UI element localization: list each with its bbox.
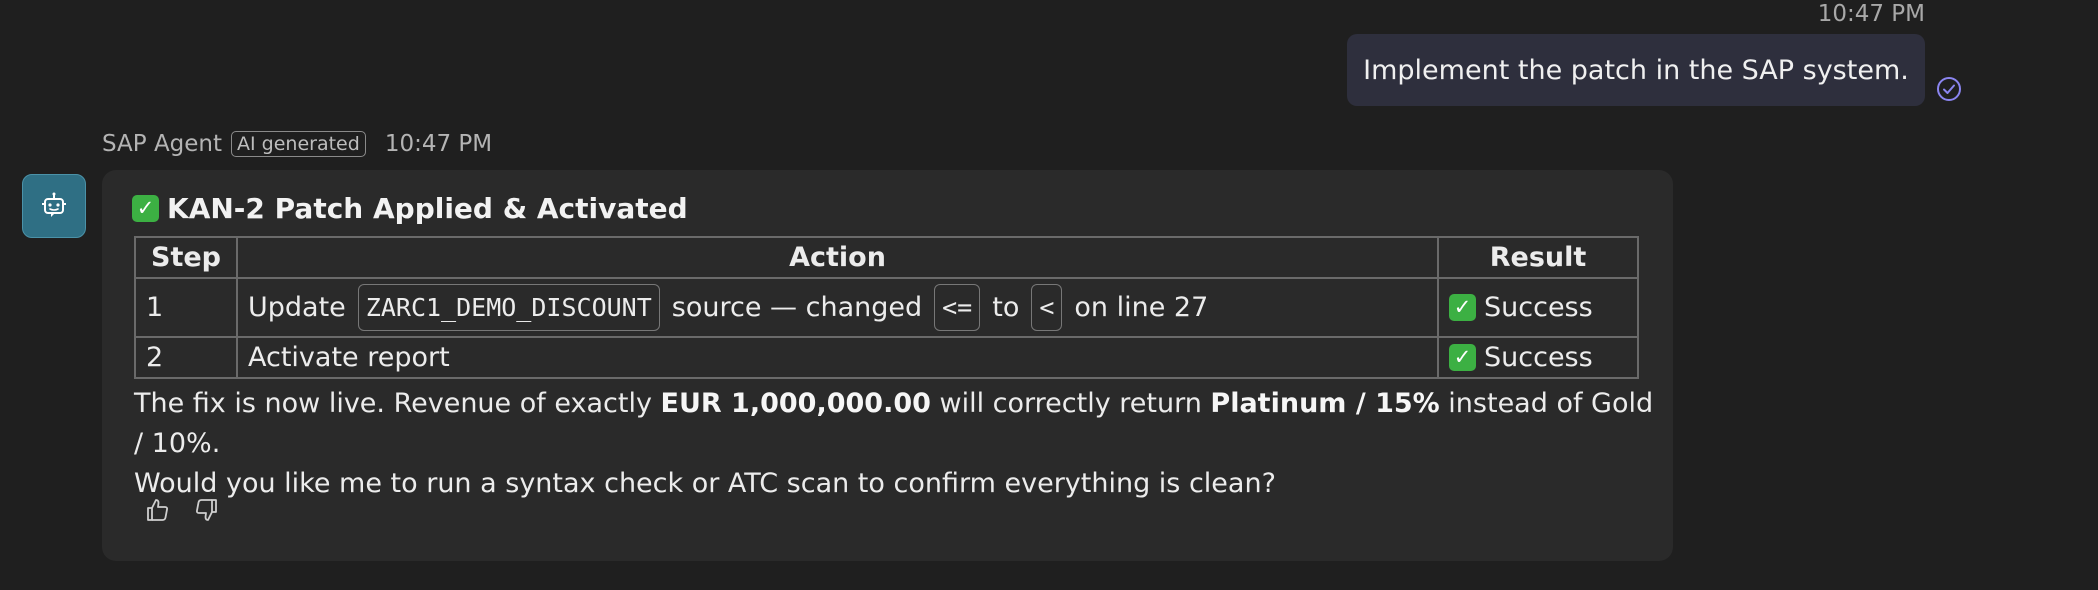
ai-generated-badge: AI generated (231, 131, 366, 157)
steps-table: Step Action Result 1 Update ZARC1_DEMO_D… (134, 236, 1639, 379)
summary-text: The fix is now live. Revenue of exactly … (134, 384, 1664, 504)
summary-line-2: Would you like me to run a syntax check … (134, 468, 1276, 499)
thumbs-down-button[interactable] (192, 495, 222, 525)
action-cell: Activate report (236, 336, 1439, 379)
user-message-bubble: Implement the patch in the SAP system. (1347, 34, 1925, 106)
action-text: Update (248, 292, 346, 323)
action-cell: Update ZARC1_DEMO_DISCOUNT source — chan… (236, 277, 1439, 338)
code-old-operator: <= (934, 284, 981, 331)
read-receipt-check-icon (1937, 77, 1961, 101)
action-text: on line 27 (1074, 292, 1209, 323)
check-mark-icon: ✓ (1449, 294, 1476, 321)
summary-line-1: The fix is now live. Revenue of exactly … (134, 384, 1664, 464)
summary-fragment: will correctly return (930, 388, 1211, 419)
result-text: Success (1484, 342, 1593, 373)
user-message-time: 10:47 PM (1817, 1, 1925, 27)
summary-fragment: The fix is now live. Revenue of exactly (134, 388, 661, 419)
agent-message-header: SAP Agent AI generated 10:47 PM (102, 131, 492, 157)
card-title: ✓ KAN-2 Patch Applied & Activated (132, 192, 688, 225)
thumbs-up-button[interactable] (142, 495, 172, 525)
card-title-text: KAN-2 Patch Applied & Activated (167, 192, 688, 225)
user-message-text: Implement the patch in the SAP system. (1363, 54, 1909, 86)
thumbs-up-icon (147, 499, 168, 521)
feedback-bar (142, 495, 222, 525)
step-number: 2 (134, 336, 238, 379)
code-new-operator: < (1031, 284, 1063, 331)
check-mark-icon: ✓ (132, 195, 159, 222)
action-text: to (992, 292, 1020, 323)
thumbs-down-icon (196, 499, 217, 521)
summary-amount: EUR 1,000,000.00 (660, 388, 931, 419)
result-text: Success (1484, 292, 1593, 323)
step-number: 1 (134, 277, 238, 338)
agent-message-time: 10:47 PM (384, 131, 493, 157)
agent-avatar[interactable] (22, 174, 86, 238)
agent-message-card: ✓ KAN-2 Patch Applied & Activated Step A… (102, 170, 1673, 561)
result-cell: ✓ Success (1437, 336, 1639, 379)
header-action: Action (236, 236, 1439, 279)
action-text: source — changed (671, 292, 923, 323)
table-row: 2 Activate report ✓ Success (134, 336, 1639, 379)
table-header-row: Step Action Result (134, 236, 1639, 279)
check-mark-icon: ✓ (1449, 344, 1476, 371)
bot-icon (42, 192, 66, 217)
summary-tier: Platinum / 15% (1210, 388, 1440, 419)
header-result: Result (1437, 236, 1639, 279)
code-program-name: ZARC1_DEMO_DISCOUNT (357, 284, 660, 331)
header-step: Step (134, 236, 238, 279)
chat-view: 10:47 PM Implement the patch in the SAP … (0, 0, 2098, 590)
table-row: 1 Update ZARC1_DEMO_DISCOUNT source — ch… (134, 277, 1639, 338)
result-cell: ✓ Success (1437, 277, 1639, 338)
agent-name: SAP Agent (102, 131, 223, 157)
